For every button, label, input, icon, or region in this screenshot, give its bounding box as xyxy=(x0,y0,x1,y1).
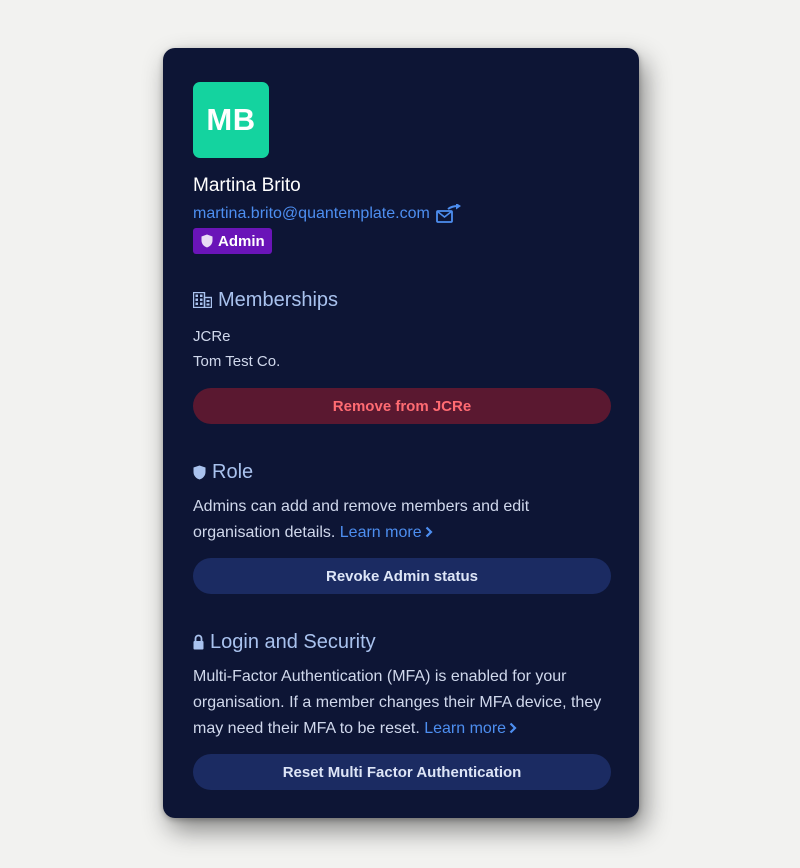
revoke-admin-button[interactable]: Revoke Admin status xyxy=(193,558,611,594)
role-description: Admins can add and remove members and ed… xyxy=(193,494,610,546)
shield-icon xyxy=(193,465,206,480)
role-title: Role xyxy=(212,461,254,483)
send-email-icon[interactable] xyxy=(435,203,462,224)
reset-mfa-button[interactable]: Reset Multi Factor Authentication xyxy=(193,754,611,790)
user-email: martina.brito@quantemplate.com xyxy=(193,205,430,222)
security-description-text: Multi-Factor Authentication (MFA) is ena… xyxy=(193,668,602,737)
memberships-list: JCRe Tom Test Co. xyxy=(193,324,610,374)
building-icon xyxy=(193,292,212,308)
memberships-title: Memberships xyxy=(218,289,339,311)
security-heading: Login and Security xyxy=(193,630,610,654)
avatar: MB xyxy=(193,82,269,158)
lock-icon xyxy=(193,634,204,650)
security-title: Login and Security xyxy=(210,631,376,653)
remove-from-org-button[interactable]: Remove from JCRe xyxy=(193,388,611,424)
user-name: Martina Brito xyxy=(193,175,301,196)
security-description: Multi-Factor Authentication (MFA) is ena… xyxy=(193,664,610,742)
learn-more-label: Learn more xyxy=(339,524,422,541)
role-learn-more-link[interactable]: Learn more xyxy=(340,524,433,541)
learn-more-label: Learn more xyxy=(424,720,507,737)
list-item: Tom Test Co. xyxy=(193,353,281,370)
member-details-card: MB Martina Brito martina.brito@quantempl… xyxy=(163,48,639,818)
shield-icon xyxy=(201,234,213,248)
memberships-heading: Memberships xyxy=(193,288,610,312)
security-learn-more-link[interactable]: Learn more xyxy=(424,720,517,737)
chevron-right-icon xyxy=(509,722,517,734)
role-heading: Role xyxy=(193,460,610,484)
admin-badge-label: Admin xyxy=(218,232,265,250)
list-item: JCRe xyxy=(193,328,231,345)
admin-badge: Admin xyxy=(193,228,272,254)
email-row: martina.brito@quantemplate.com xyxy=(193,203,610,224)
avatar-initials: MB xyxy=(206,102,256,137)
chevron-right-icon xyxy=(425,526,433,538)
